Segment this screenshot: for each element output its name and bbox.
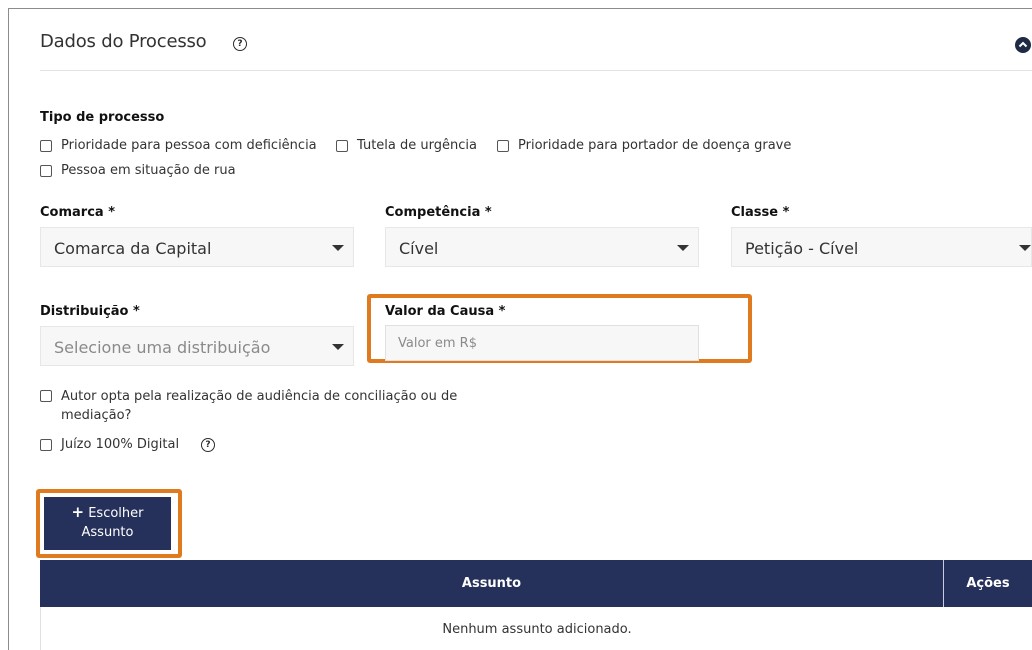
checkbox-tutela-urgencia[interactable]: Tutela de urgência bbox=[336, 138, 477, 153]
chevron-down-icon bbox=[332, 245, 344, 251]
checkbox-box[interactable] bbox=[497, 139, 509, 152]
checkbox-label: Pessoa em situação de rua bbox=[61, 163, 236, 178]
checkbox-label: Prioridade para portador de doença grave bbox=[518, 138, 792, 153]
checkbox-label: Tutela de urgência bbox=[357, 138, 477, 153]
assunto-table-header: Assunto Ações bbox=[40, 560, 1032, 607]
checkbox-prioridade-deficiencia[interactable]: Prioridade para pessoa com deficiência bbox=[40, 138, 317, 153]
help-icon[interactable]: ? bbox=[201, 438, 215, 452]
competencia-label: Competência * bbox=[385, 205, 492, 220]
help-icon[interactable]: ? bbox=[233, 37, 247, 51]
empty-table-message: Nenhum assunto adicionado. bbox=[442, 622, 632, 637]
chevron-down-icon bbox=[332, 344, 344, 350]
distribuicao-placeholder: Selecione uma distribuição bbox=[54, 338, 271, 357]
classe-select[interactable]: Petição - Cível bbox=[731, 227, 1032, 267]
distribuicao-label: Distribuição * bbox=[40, 304, 140, 319]
checkbox-label: Juízo 100% Digital bbox=[61, 437, 180, 452]
assunto-table-body: Nenhum assunto adicionado. bbox=[40, 607, 1032, 650]
checkbox-box[interactable] bbox=[336, 139, 348, 152]
section-divider bbox=[40, 70, 1032, 71]
valor-causa-label: Valor da Causa * bbox=[385, 304, 506, 319]
collapse-icon[interactable] bbox=[1015, 37, 1031, 53]
checkbox-label: Prioridade para pessoa com deficiência bbox=[61, 138, 317, 153]
button-label-line-1: Escolher bbox=[88, 506, 144, 521]
checkbox-prioridade-doenca-grave[interactable]: Prioridade para portador de doença grave bbox=[497, 138, 791, 153]
distribuicao-select[interactable]: Selecione uma distribuição bbox=[40, 326, 354, 366]
plus-icon: + bbox=[71, 503, 85, 521]
classe-label: Classe * bbox=[731, 205, 790, 220]
checkbox-box[interactable] bbox=[40, 139, 52, 152]
audiencia-line-2: mediação? bbox=[61, 408, 132, 423]
panel-border-left bbox=[8, 8, 9, 650]
comarca-select[interactable]: Comarca da Capital bbox=[40, 227, 354, 267]
checkbox-audiencia-conciliacao[interactable]: Autor opta pela realização de audiência … bbox=[40, 387, 457, 425]
tipo-processo-label: Tipo de processo bbox=[40, 110, 165, 125]
checkbox-box[interactable] bbox=[40, 390, 52, 402]
panel-border-top bbox=[8, 8, 1032, 9]
chevron-down-icon bbox=[677, 245, 689, 251]
checkbox-box[interactable] bbox=[40, 438, 52, 451]
section-title: Dados do Processo bbox=[40, 31, 207, 52]
checkbox-box[interactable] bbox=[40, 164, 52, 177]
column-header-assunto: Assunto bbox=[461, 576, 522, 591]
comarca-label: Comarca * bbox=[40, 205, 116, 220]
valor-causa-input[interactable] bbox=[385, 325, 699, 361]
audiencia-line-1: Autor opta pela realização de audiência … bbox=[61, 389, 458, 404]
column-header-acoes: Ações bbox=[966, 576, 1010, 591]
checkbox-situacao-rua[interactable]: Pessoa em situação de rua bbox=[40, 163, 236, 178]
competencia-value: Cível bbox=[399, 239, 439, 258]
checkbox-juizo-digital[interactable]: Juízo 100% Digital bbox=[40, 437, 179, 452]
classe-value: Petição - Cível bbox=[745, 239, 859, 258]
comarca-value: Comarca da Capital bbox=[54, 239, 212, 258]
competencia-select[interactable]: Cível bbox=[385, 227, 699, 267]
checkbox-label-multiline: Autor opta pela realização de audiência … bbox=[61, 387, 457, 425]
button-label-line-2: Assunto bbox=[81, 525, 134, 540]
chevron-down-icon bbox=[1019, 245, 1031, 251]
escolher-assunto-button[interactable]: + Escolher Assunto bbox=[44, 497, 171, 550]
